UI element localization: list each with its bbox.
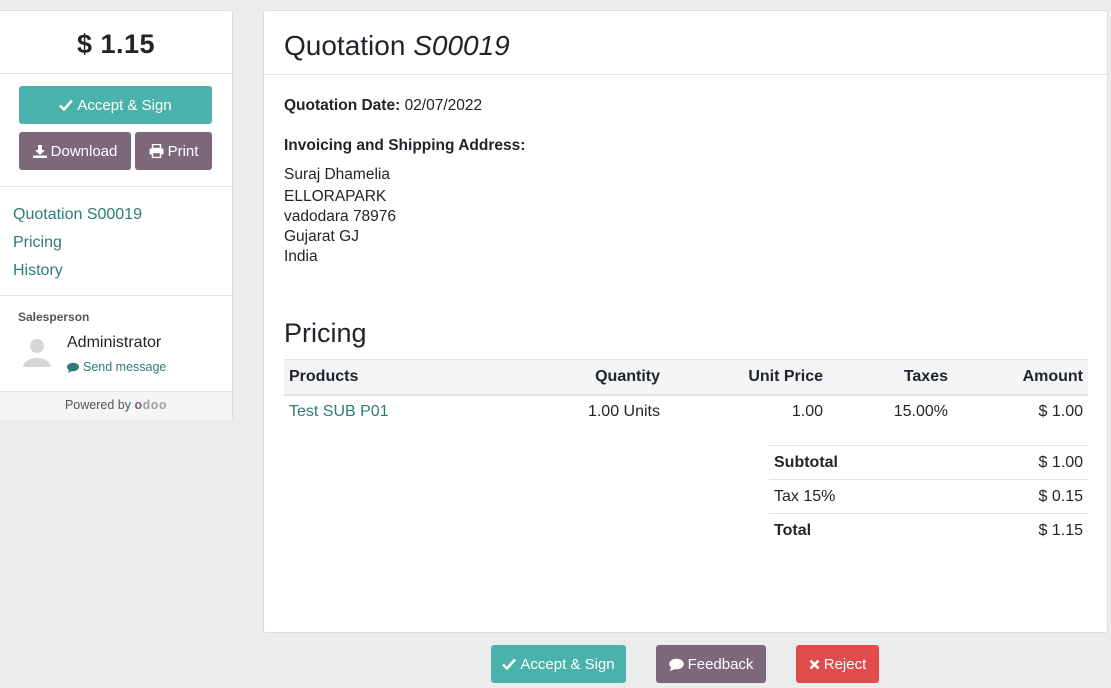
tax-label: Tax 15% [769,479,953,514]
print-icon [149,144,164,158]
tax-value: $ 0.15 [952,479,1088,514]
powered-by-label: Powered by [64,398,131,412]
salesperson-name: Administrator [67,334,162,351]
powered-by: Powered by odoo [0,392,232,420]
quotation-date-value: 02/07/2022 [404,97,483,114]
cell-quantity: 1.00 Units [587,403,660,420]
reject-button[interactable]: Reject [796,645,879,683]
download-button[interactable]: Download [19,132,131,170]
column-header-quantity: Quantity [505,359,665,396]
comment-icon [67,362,79,373]
reject-label: Reject [823,655,867,673]
nav-link-history[interactable]: History [13,257,232,285]
nav-link-quotation[interactable]: Quotation S00019 [13,201,232,229]
salesperson-section: Salesperson Administrator Send message [0,296,232,392]
close-icon [809,659,820,669]
odoo-logo-o: o [134,398,143,412]
table-row: Test SUB P01 1.00 Units 1.00 15.00% $ 1.… [284,395,1088,429]
totals-table: Subtotal $ 1.00 Tax 15% $ 0.15 Total $ 1… [769,445,1088,548]
send-message-link[interactable]: Send message [67,360,166,374]
cell-amount: $ 1.00 [1038,403,1083,420]
cell-unit-price: 1.00 [791,403,823,420]
subtotal-label: Subtotal [774,453,838,471]
total-label: Total [774,521,812,539]
avatar [23,339,51,367]
cell-taxes: 15.00% [893,403,948,420]
column-header-unit-price: Unit Price [665,359,828,396]
quotation-date: Quotation Date: 02/07/2022 [284,97,482,115]
address-line: ELLORAPARK [284,188,387,205]
check-icon [59,99,74,111]
subtotal-row: Subtotal $ 1.00 [769,445,1088,480]
pricing-heading: Pricing [284,318,367,348]
sidebar-nav: Quotation S00019 Pricing History [0,187,232,296]
sidebar: $ 1.15 Accept & Sign Download Print Quot… [0,10,233,420]
total-row: Total $ 1.15 [769,513,1088,548]
bottom-accept-sign-label: Accept & Sign [520,655,615,673]
print-label: Print [167,142,199,160]
accept-sign-button[interactable]: Accept & Sign [19,86,212,124]
bottom-accept-sign-button[interactable]: Accept & Sign [491,645,626,683]
address-line: Gujarat GJ [284,228,359,245]
address-line: India [284,248,318,265]
check-icon [502,658,517,670]
feedback-button[interactable]: Feedback [656,645,766,683]
odoo-logo-rest: doo [142,398,168,412]
column-header-taxes: Taxes [828,359,953,396]
sidebar-total-amount: $ 1.15 [0,11,232,74]
column-header-amount: Amount [953,359,1088,396]
quotation-card: Quotation S00019 Quotation Date: 02/07/2… [263,10,1108,633]
download-icon [32,145,47,158]
salesperson-title: Salesperson [18,310,90,324]
address-block: Suraj Dhamelia ELLORAPARK vadodara 78976… [284,165,396,267]
address-line: Suraj Dhamelia [284,166,390,183]
accept-sign-label: Accept & Sign [77,96,172,114]
nav-link-pricing[interactable]: Pricing [13,229,232,257]
sidebar-actions: Accept & Sign Download Print [0,74,232,187]
download-label: Download [50,142,118,160]
address-line: vadodara 78976 [284,208,397,225]
title-prefix: Quotation [284,30,406,61]
page-title: Quotation S00019 [264,11,1107,75]
total-value: $ 1.15 [952,513,1088,548]
odoo-logo[interactable]: odoo [134,398,167,412]
address-title: Invoicing and Shipping Address: [284,137,526,154]
order-lines-table: Products Quantity Unit Price Taxes Amoun… [284,359,1088,429]
send-message-label: Send message [83,360,167,374]
column-header-products: Products [284,359,505,396]
subtotal-value: $ 1.00 [952,445,1088,480]
quotation-date-label: Quotation Date: [284,97,401,114]
print-button[interactable]: Print [135,132,212,170]
product-link[interactable]: Test SUB P01 [289,403,389,420]
tax-row: Tax 15% $ 0.15 [769,479,1088,514]
feedback-label: Feedback [687,655,754,673]
quotation-number: S00019 [413,30,510,61]
comment-icon [668,658,684,671]
